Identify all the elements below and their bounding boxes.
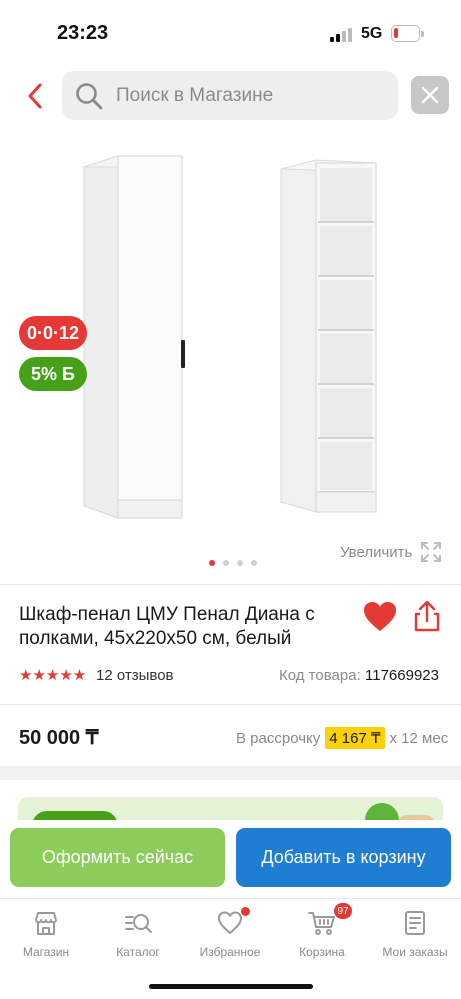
signal-icon [330, 28, 352, 42]
tab-shop[interactable]: Магазин [0, 909, 92, 959]
tab-catalog[interactable]: Каталог [92, 909, 184, 959]
star-rating: ★★★★★ [19, 667, 87, 684]
close-button[interactable] [411, 76, 449, 114]
search-bar[interactable] [62, 71, 398, 120]
image-pagination [209, 560, 257, 566]
section-divider [0, 766, 461, 780]
divider [0, 584, 461, 585]
add-to-cart-button[interactable]: Добавить в корзину [236, 828, 451, 887]
favorite-button[interactable] [362, 600, 398, 634]
orders-icon [405, 911, 425, 935]
status-bar: 23:23 5G [0, 0, 461, 62]
chevron-left-icon [28, 83, 42, 109]
pagination-dot[interactable] [237, 560, 243, 566]
heart-icon [218, 911, 242, 934]
cart-count-badge: 97 [334, 903, 352, 919]
catalog-search-icon [125, 914, 152, 933]
bonus-badge: 5% Б [19, 357, 87, 391]
network-label: 5G [361, 25, 383, 42]
heart-icon [364, 602, 396, 631]
rating-row: ★★★★★ 12 отзывов Код товара: 117669923 [19, 666, 444, 686]
status-time: 23:23 [57, 22, 109, 44]
tab-orders[interactable]: Мои заказы [369, 909, 461, 959]
search-input[interactable] [116, 84, 376, 107]
tab-label: Избранное [199, 945, 261, 959]
back-button[interactable] [18, 78, 52, 114]
installment-info[interactable]: В рассрочку 4 167 ₸ x 12 мес [236, 727, 448, 749]
zoom-button[interactable]: Увеличить [340, 541, 442, 563]
buy-now-button[interactable]: Оформить сейчас [10, 828, 225, 887]
pagination-dot[interactable] [223, 560, 229, 566]
tab-favorites[interactable]: Избранное [184, 907, 276, 959]
pagination-dot[interactable] [251, 560, 257, 566]
installment-badge: 0·0·12 [19, 316, 87, 350]
tab-cart[interactable]: 97 Корзина [276, 903, 368, 959]
battery-icon [391, 25, 424, 42]
pagination-dot[interactable] [209, 560, 215, 566]
cart-icon [308, 912, 335, 935]
tab-label: Корзина [299, 945, 345, 959]
product-price: 50 000 ₸ [19, 727, 99, 749]
home-indicator[interactable] [149, 984, 313, 989]
installment-term: x 12 мес [389, 729, 449, 747]
product-gallery[interactable]: 0·0·12 5% Б Увеличить [0, 130, 461, 580]
sku-value: 117669923 [365, 667, 439, 684]
tab-label: Магазин [22, 945, 70, 959]
share-button[interactable] [411, 599, 443, 633]
sku-label: Код товара: [279, 667, 361, 684]
shop-icon [35, 912, 57, 935]
installment-amount: 4 167 ₸ [325, 727, 385, 749]
search-icon [76, 82, 103, 109]
close-icon [421, 86, 439, 104]
expand-icon [421, 542, 442, 562]
tab-label: Каталог [116, 945, 160, 959]
tab-label: Мои заказы [382, 945, 448, 959]
action-bar: Оформить сейчас Добавить в корзину [0, 820, 461, 898]
reviews-link[interactable]: 12 отзывов [96, 667, 174, 684]
notification-dot [241, 907, 250, 916]
product-title: Шкаф-пенал ЦМУ Пенал Диана с полками, 45… [19, 604, 315, 649]
installment-prefix: В рассрочку [236, 729, 321, 747]
divider [0, 704, 461, 705]
zoom-label: Увеличить [340, 543, 413, 561]
share-icon [414, 600, 440, 632]
